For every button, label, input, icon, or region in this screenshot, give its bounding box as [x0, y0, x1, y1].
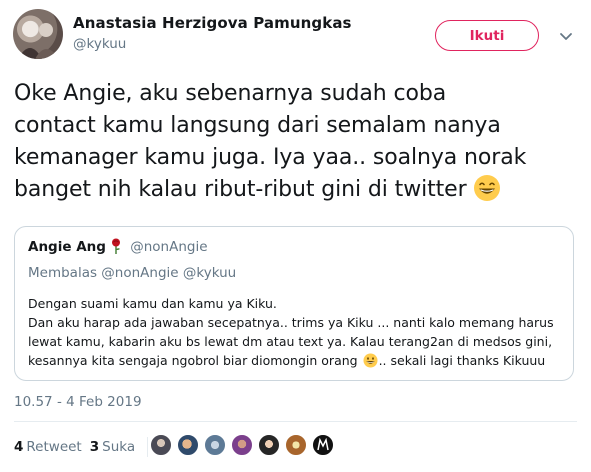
quoted-line: lewat kamu, kabarin aku bs lewat dm atau… [28, 334, 553, 349]
tweet-stats: 4 Retweet 3 Suka [14, 437, 160, 457]
rose-icon [110, 238, 122, 258]
quoted-tweet-text: Dengan suami kamu dan kamu ya Kiku. Dan … [28, 294, 568, 370]
quoted-line: kesannya kita sengaja ngobrol biar diomo… [28, 351, 568, 370]
liker-avatar[interactable] [312, 434, 334, 456]
quoted-tweet-header: Angie Ang @nonAngie [28, 238, 208, 258]
tweet-timestamp[interactable]: 10.57 - 4 Feb 2019 [14, 394, 142, 410]
liker-avatar[interactable] [177, 434, 199, 456]
retweet-count: 4 [14, 439, 24, 455]
quoted-author-name[interactable]: Angie Ang [28, 239, 106, 255]
author-display-name[interactable]: Anastasia Herzigova Pamungkas [73, 14, 352, 32]
quoted-tweet[interactable]: Angie Ang @nonAngie Membalas @nonAngie @… [14, 226, 574, 381]
liker-avatar[interactable] [285, 434, 307, 456]
retweet-stat[interactable]: 4 Retweet [14, 439, 82, 455]
tweet-line-text: banget nih kalau ribut-ribut gini di twi… [14, 177, 467, 202]
divider [14, 421, 577, 422]
like-stat[interactable]: 3 Suka [90, 439, 135, 455]
liker-avatars [150, 434, 339, 456]
like-count: 3 [89, 439, 100, 455]
author-info[interactable]: Anastasia Herzigova Pamungkas @kykuu [73, 14, 352, 52]
tweet-line: banget nih kalau ribut-ribut gini di twi… [14, 174, 584, 206]
author-avatar[interactable] [13, 9, 63, 59]
liker-avatar[interactable] [150, 434, 172, 456]
quoted-line: Dengan suami kamu dan kamu ya Kiku. [28, 296, 277, 311]
quoted-line: Dan aku harap ada jawaban secepatnya.. t… [28, 315, 554, 330]
tweet-card: Anastasia Herzigova Pamungkas @kykuu Iku… [0, 0, 591, 472]
quoted-line-text: kesannya kita sengaja ngobrol biar diomo… [28, 353, 358, 368]
tweet-line: contact kamu langsung dari semalam nanya [14, 113, 501, 138]
tweet-line: Oke Angie, aku sebenarnya sudah coba [14, 81, 447, 106]
like-label: Suka [102, 439, 136, 455]
quoted-line-text: .. sekali lagi thanks Kikuuu [378, 353, 546, 368]
liker-avatar[interactable] [231, 434, 253, 456]
tweet-text: Oke Angie, aku sebenarnya sudah coba con… [14, 78, 584, 206]
follow-button[interactable]: Ikuti [435, 20, 539, 51]
chevron-down-icon[interactable] [558, 29, 574, 45]
author-handle[interactable]: @kykuu [73, 36, 352, 52]
quoted-author-handle[interactable]: @nonAngie [130, 239, 207, 255]
grinning-face-with-smiling-eyes-icon [473, 174, 501, 202]
retweet-label: Retweet [26, 439, 82, 455]
stats-separator [147, 437, 149, 457]
reply-context: Membalas @nonAngie @kykuu [28, 265, 237, 281]
liker-avatar[interactable] [204, 434, 226, 456]
liker-avatar[interactable] [258, 434, 280, 456]
grinning-face-icon [363, 353, 378, 368]
tweet-line: kemanager kamu juga. Iya yaa.. soalnya n… [14, 145, 527, 170]
